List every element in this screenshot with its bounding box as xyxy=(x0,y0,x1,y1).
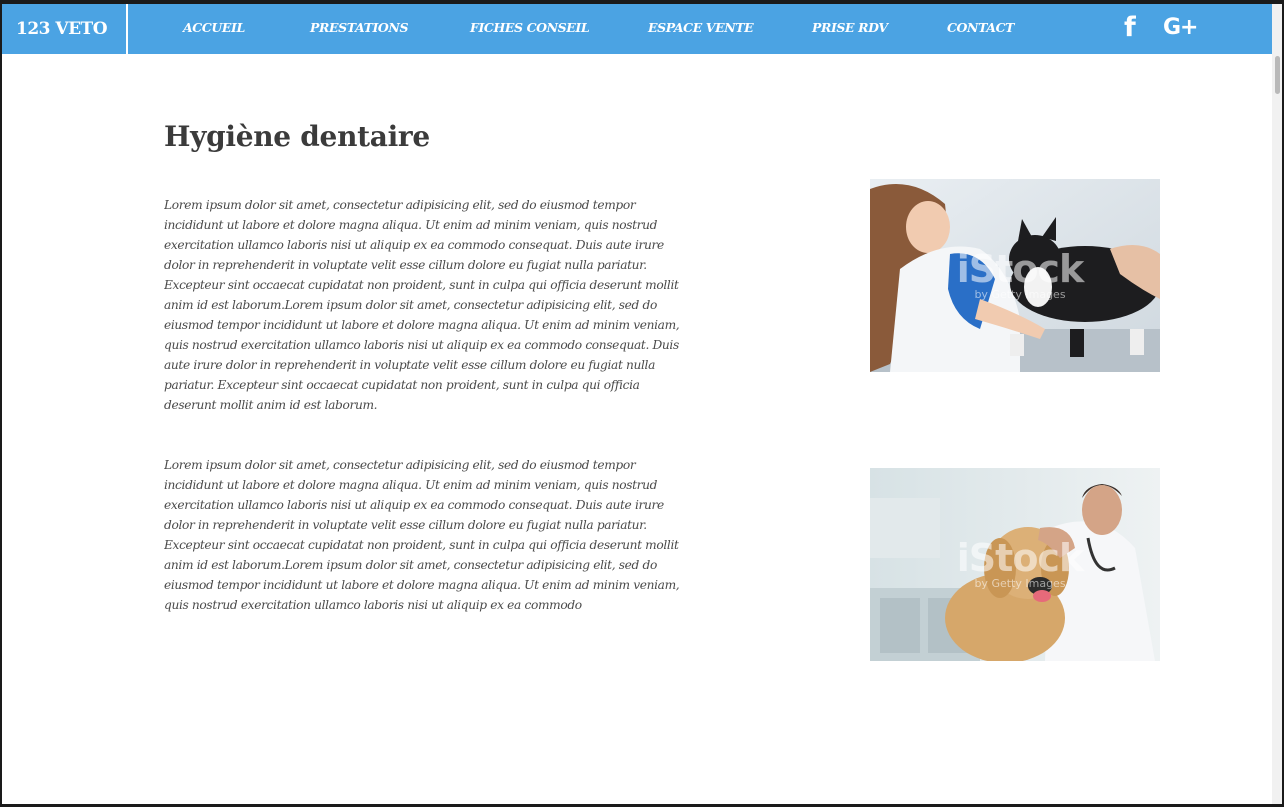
content-paragraph-1: Lorem ipsum dolor sit amet, consectetur … xyxy=(164,198,680,412)
brand-divider xyxy=(126,4,128,54)
google-plus-icon[interactable]: G+ xyxy=(1163,4,1198,54)
nav-link-fiches-conseil[interactable]: FICHES CONSEIL xyxy=(470,4,590,54)
nav-link-accueil[interactable]: ACCUEIL xyxy=(183,4,245,54)
nav-link-prestations[interactable]: PRESTATIONS xyxy=(310,4,408,54)
vertical-scrollbar[interactable] xyxy=(1272,4,1282,804)
page-title: Hygiène dentaire xyxy=(164,120,430,153)
facebook-icon[interactable]: f xyxy=(1124,4,1136,54)
nav-link-espace-vente[interactable]: ESPACE VENTE xyxy=(648,4,754,54)
vet-dog-photo: iStock by Getty Images xyxy=(870,468,1160,661)
browser-viewport: 123 VETO ACCUEIL PRESTATIONS FICHES CONS… xyxy=(2,4,1282,804)
content-paragraph-2: Lorem ipsum dolor sit amet, consectetur … xyxy=(164,458,680,612)
vet-cat-photo: iStock by Getty Images xyxy=(870,179,1160,372)
nav-link-contact[interactable]: CONTACT xyxy=(947,4,1014,54)
top-navbar: 123 VETO ACCUEIL PRESTATIONS FICHES CONS… xyxy=(2,4,1272,54)
nav-link-prise-rdv[interactable]: PRISE RDV xyxy=(812,4,888,54)
brand-logo[interactable]: 123 VETO xyxy=(2,4,126,54)
scrollbar-thumb[interactable] xyxy=(1275,56,1280,94)
